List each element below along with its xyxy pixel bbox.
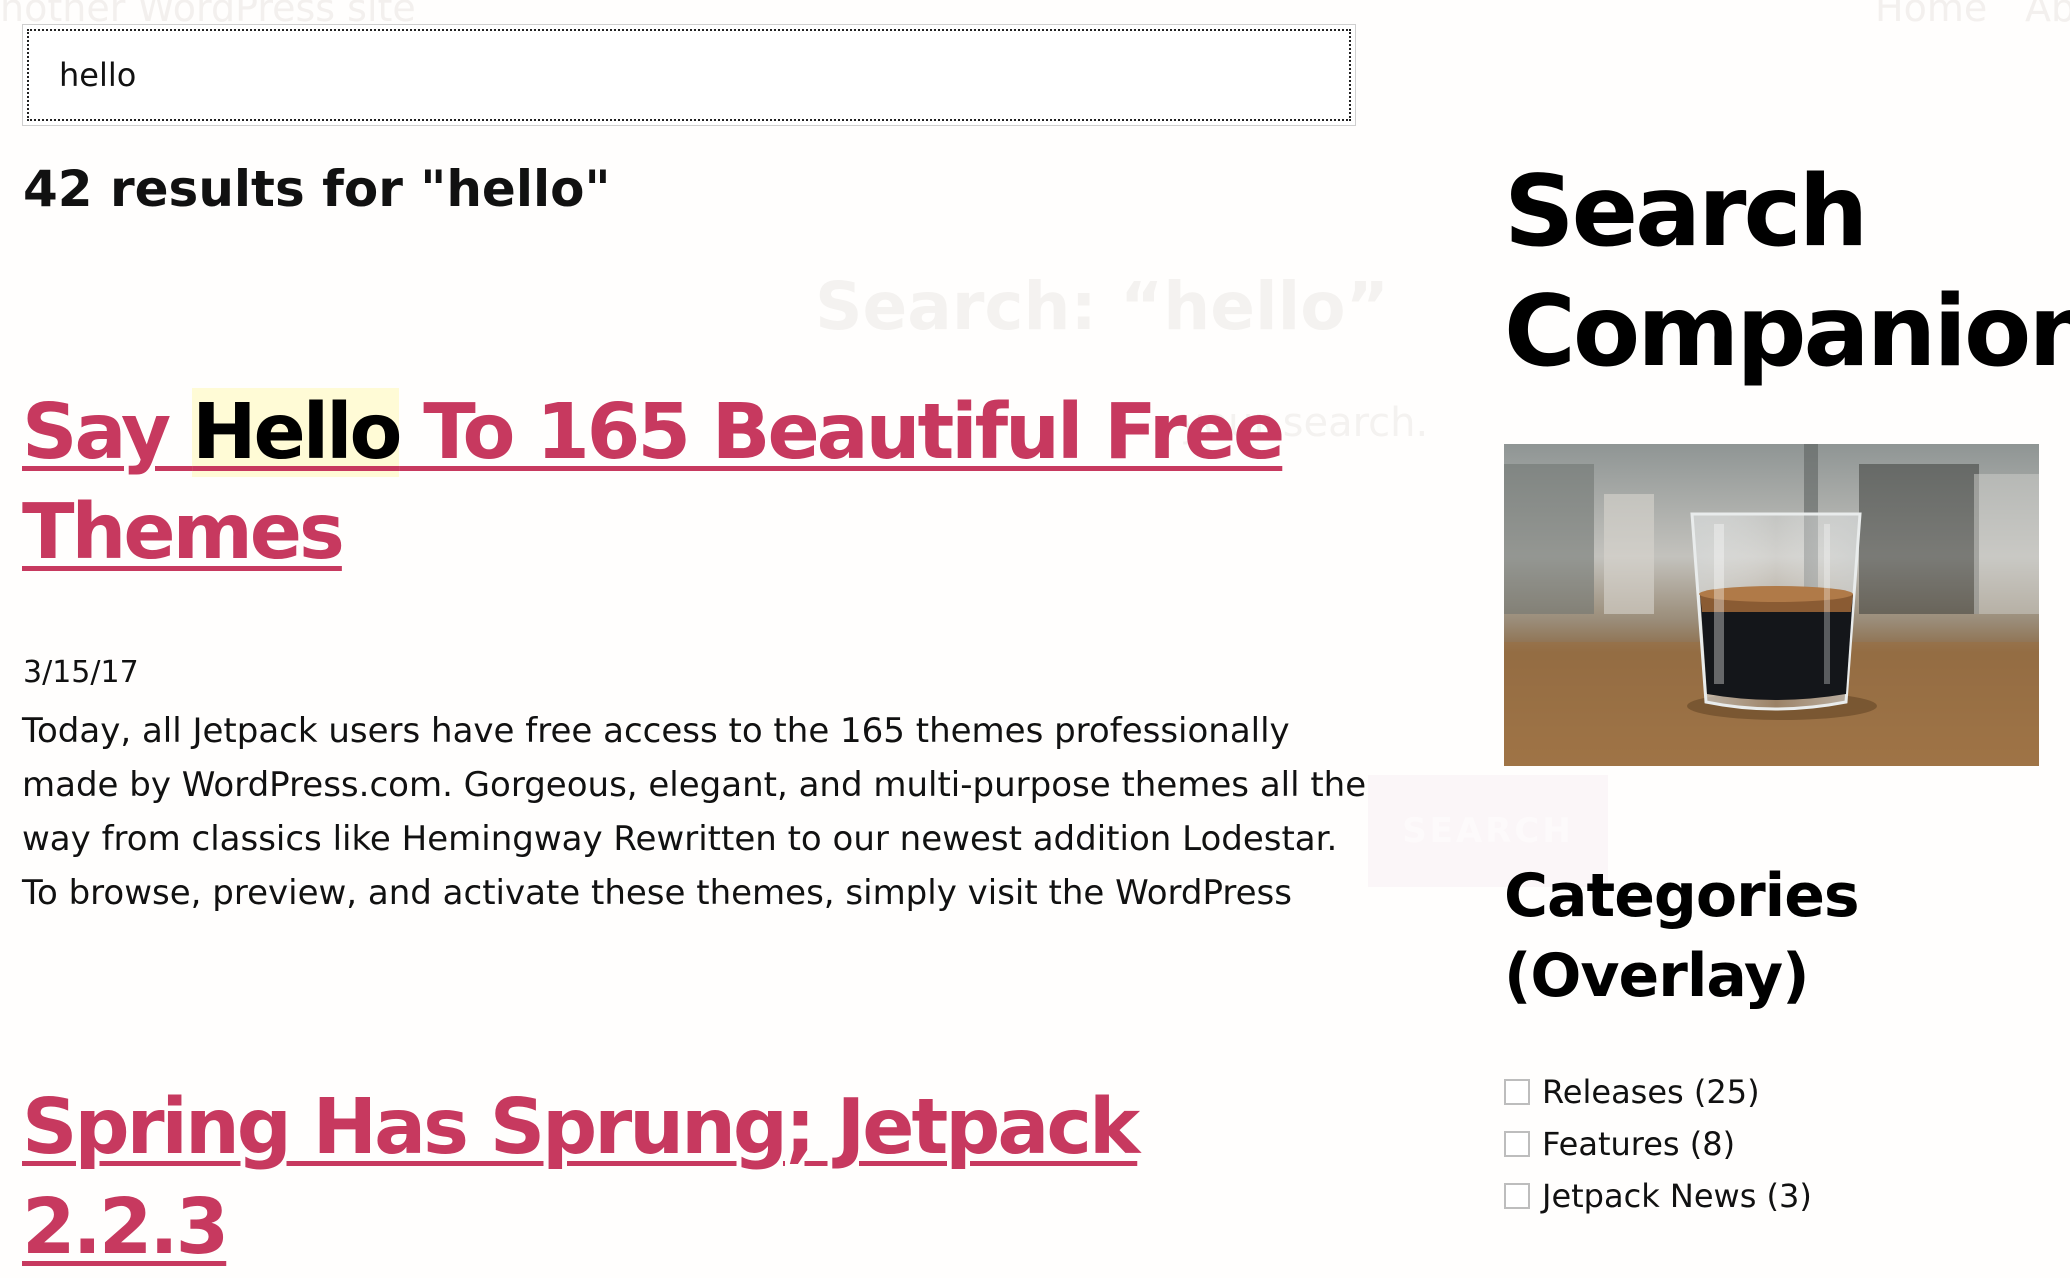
category-label: Releases (25): [1542, 1073, 1760, 1111]
search-focus-ring: [27, 29, 1351, 121]
result-title-text: Say: [22, 388, 193, 477]
background-nav-home: Home: [1875, 0, 1988, 30]
category-checkbox[interactable]: [1504, 1079, 1530, 1105]
category-filter-list: Releases (25) Features (8) Jetpack News …: [1504, 1066, 1812, 1222]
search-input[interactable]: [59, 56, 1349, 94]
result-title-link[interactable]: Say Hello To 165 Beautiful Free Themes: [22, 383, 1322, 583]
category-label: Features (8): [1542, 1125, 1736, 1163]
result-excerpt: Today, all Jetpack users have free acces…: [22, 711, 1367, 913]
result-date: 3/15/17: [23, 655, 139, 690]
categories-title: Categories (Overlay): [1504, 861, 1860, 1011]
category-filter-item[interactable]: Jetpack News (3): [1504, 1170, 1812, 1222]
category-filter-item[interactable]: Features (8): [1504, 1118, 1812, 1170]
sidebar-title: Search Companion: [1504, 155, 2070, 389]
category-checkbox[interactable]: [1504, 1183, 1530, 1209]
category-checkbox[interactable]: [1504, 1131, 1530, 1157]
espresso-glass-image: [1504, 444, 2039, 766]
search-term-highlight: Hello: [192, 388, 402, 477]
background-search-heading: Search: “hello”: [815, 268, 1389, 345]
search-box: [22, 24, 1356, 126]
background-nav-about: Ab: [2025, 0, 2070, 30]
result-title-link[interactable]: Spring Has Sprung; Jetpack 2.2.3: [22, 1078, 1342, 1278]
results-count: 42 results for "hello": [23, 160, 611, 218]
category-filter-item[interactable]: Releases (25): [1504, 1066, 1812, 1118]
category-label: Jetpack News (3): [1542, 1177, 1812, 1215]
espresso-glass-photo-icon: [1504, 444, 2039, 766]
